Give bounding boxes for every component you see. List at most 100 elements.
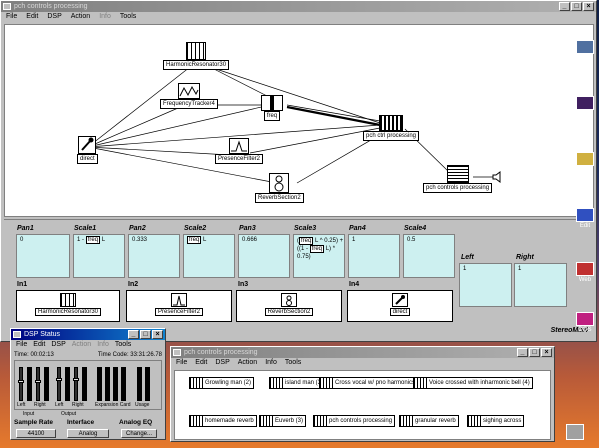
- pan1-cell[interactable]: 0: [16, 234, 70, 278]
- close-button[interactable]: ×: [583, 2, 594, 11]
- menu-edit[interactable]: Edit: [195, 358, 207, 368]
- output-right-fader[interactable]: [73, 367, 79, 401]
- menu-tools[interactable]: Tools: [120, 12, 136, 22]
- param-label: Scale2: [184, 225, 207, 232]
- left-cell[interactable]: 1: [459, 263, 512, 307]
- main-window: pch controls processing _ □ × File Edit …: [0, 0, 597, 342]
- maximize-button[interactable]: □: [571, 2, 582, 11]
- main-window-titlebar[interactable]: pch controls processing _ □ ×: [1, 1, 596, 12]
- main-menubar: File Edit DSP Action Info Tools: [1, 12, 596, 22]
- pan3-cell[interactable]: 0.666: [238, 234, 290, 278]
- menu-dsp[interactable]: DSP: [47, 12, 61, 22]
- menu-file[interactable]: File: [6, 12, 17, 22]
- preset-icon: [414, 378, 427, 388]
- preset-item[interactable]: island man (3): [269, 377, 327, 389]
- output-left-fader[interactable]: [56, 367, 62, 401]
- filter-icon: [229, 138, 250, 154]
- in2-module[interactable]: PresenceFilter2: [126, 290, 232, 322]
- param-value: 0.333: [132, 237, 148, 243]
- waveform-icon: [177, 83, 200, 99]
- in1-module[interactable]: HarmonicResonator30: [16, 290, 120, 322]
- menu-tools[interactable]: Tools: [115, 340, 131, 350]
- input-left-fader[interactable]: [18, 367, 24, 401]
- desktop-icon-kyma[interactable]: Kyma: [574, 96, 596, 117]
- expansion-card-meter-4: [121, 367, 126, 401]
- preset-item[interactable]: granular reverb: [399, 415, 459, 427]
- preset-icon: [270, 378, 283, 388]
- elapsed-time: Time: 00:02:13: [14, 352, 54, 358]
- menu-action[interactable]: Action: [72, 340, 91, 350]
- input-right-fader[interactable]: [35, 367, 41, 401]
- interface-select[interactable]: Analog: [67, 429, 109, 438]
- desktop-icon-dos[interactable]: DOS: [574, 312, 596, 333]
- scale2-cell[interactable]: freq L: [183, 234, 235, 278]
- menu-file[interactable]: File: [176, 358, 187, 368]
- param-value: (freq L ^ 0.25) + ((1 - freq L) * 0.75): [297, 237, 344, 260]
- maximize-button[interactable]: □: [140, 330, 151, 339]
- preset-item[interactable]: pch controls processing: [313, 415, 396, 427]
- menu-info[interactable]: Info: [97, 340, 109, 350]
- preset-icon: [260, 416, 273, 426]
- signal-flow-canvas[interactable]: HarmonicResonator30 FrequencyTracker4 fr…: [4, 24, 594, 217]
- pan4-cell[interactable]: 1: [348, 234, 400, 278]
- preset-item[interactable]: Cross vocal w/ pno harmonics (4): [319, 377, 428, 389]
- output-right-label: Right: [72, 402, 84, 408]
- desktop-icon-bc[interactable]: BC: [574, 40, 596, 61]
- menu-action[interactable]: Action: [71, 12, 90, 22]
- preset-item[interactable]: Growling man (2): [189, 377, 255, 389]
- node-label: pch controls processing: [423, 183, 493, 193]
- node-label: HarmonicResonator30: [163, 60, 230, 70]
- menu-edit[interactable]: Edit: [26, 12, 38, 22]
- dsp-status-titlebar[interactable]: DSP Status _ □ ×: [11, 329, 165, 340]
- menu-info[interactable]: Info: [99, 12, 111, 22]
- right-cell[interactable]: 1: [514, 263, 567, 307]
- minimize-button[interactable]: _: [517, 348, 528, 357]
- menu-dsp[interactable]: DSP: [51, 340, 65, 350]
- menu-info[interactable]: Info: [265, 358, 277, 368]
- menu-file[interactable]: File: [16, 340, 27, 350]
- direct-node[interactable]: direct: [77, 136, 98, 164]
- menu-dsp[interactable]: DSP: [215, 358, 229, 368]
- reverb-section-node[interactable]: ReverbSection2: [255, 173, 304, 203]
- scale3-cell[interactable]: (freq L ^ 0.25) + ((1 - freq L) * 0.75): [293, 234, 345, 278]
- in3-module[interactable]: ReverbSection2: [236, 290, 342, 322]
- speaker-icon: [269, 173, 290, 193]
- recycle-bin-icon[interactable]: [566, 424, 584, 440]
- preset-item[interactable]: homemade reverb: [189, 415, 257, 427]
- expansion-card-meter-2: [105, 367, 110, 401]
- pch-controls-output-node[interactable]: pch controls processing: [423, 165, 493, 193]
- desktop-icon-ftp[interactable]: FTP: [574, 152, 596, 173]
- harmonic-resonator-node[interactable]: HarmonicResonator30: [163, 42, 230, 70]
- pan2-cell[interactable]: 0.333: [128, 234, 180, 278]
- maximize-button[interactable]: □: [529, 348, 540, 357]
- usage-meter-1: [137, 367, 142, 401]
- desktop-icon-edit[interactable]: Edit: [574, 208, 596, 229]
- pch-ctrl-processing-node[interactable]: pch ctrl processing: [363, 115, 420, 141]
- freq-tag: freq: [309, 245, 325, 253]
- menu-edit[interactable]: Edit: [33, 340, 45, 350]
- minimize-button[interactable]: _: [559, 2, 570, 11]
- output-right-meter: [82, 367, 87, 401]
- presence-filter-node[interactable]: PresenceFilter2: [215, 138, 264, 164]
- preset-item[interactable]: Euverb (3): [259, 415, 307, 427]
- dsp-meter-area: Left Right Left Right Expansion Card Usa…: [14, 360, 162, 410]
- main-window-title: pch controls processing: [14, 3, 88, 10]
- scale1-cell[interactable]: 1 - freq L: [73, 234, 125, 278]
- close-button[interactable]: ×: [152, 330, 163, 339]
- preset-icon: [320, 378, 333, 388]
- desktop-icon-web[interactable]: Web: [574, 262, 596, 283]
- freq-node[interactable]: freq: [261, 95, 283, 121]
- presets-titlebar[interactable]: pch controls processing _ □ ×: [171, 347, 554, 358]
- preset-item[interactable]: Voice crossed with inharmonic bell (4): [413, 377, 533, 389]
- folder-icon: [576, 152, 594, 166]
- minimize-button[interactable]: _: [128, 330, 139, 339]
- preset-item[interactable]: sighing across: [467, 415, 525, 427]
- menu-action[interactable]: Action: [238, 358, 257, 368]
- scale4-cell[interactable]: 0.5: [403, 234, 455, 278]
- in4-module[interactable]: direct: [347, 290, 453, 322]
- change-button[interactable]: Change...: [121, 429, 157, 438]
- menu-tools[interactable]: Tools: [285, 358, 301, 368]
- frequency-tracker-node[interactable]: FrequencyTracker4: [160, 83, 218, 109]
- sample-rate-select[interactable]: 44100: [16, 429, 56, 438]
- close-button[interactable]: ×: [541, 348, 552, 357]
